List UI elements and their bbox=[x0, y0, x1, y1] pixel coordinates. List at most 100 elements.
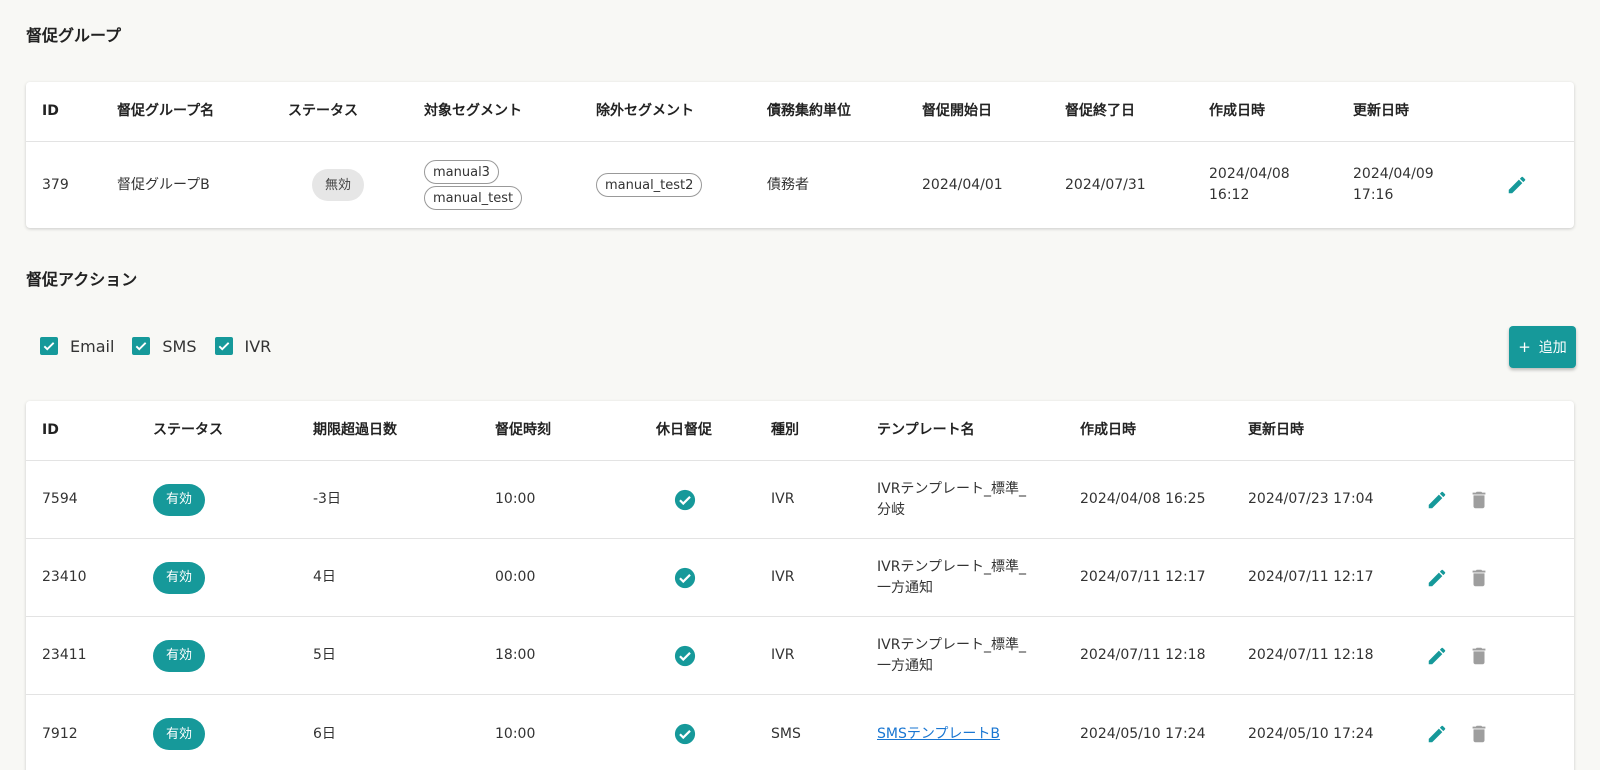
created-datetime: 2024/04/08 16:12 bbox=[1209, 166, 1290, 203]
col-header-status: ステータス bbox=[153, 422, 223, 438]
aggregation-unit: 債務者 bbox=[767, 176, 809, 193]
action-type: IVR bbox=[771, 647, 795, 663]
col-header-overdue-days: 期限超過日数 bbox=[313, 422, 397, 438]
trash-icon bbox=[1472, 569, 1486, 586]
edit-button[interactable] bbox=[1424, 487, 1450, 513]
check-circle-icon bbox=[674, 723, 696, 745]
status-badge: 有効 bbox=[153, 639, 205, 672]
col-header-id: ID bbox=[42, 103, 59, 119]
status-badge: 有効 bbox=[153, 561, 205, 594]
created-datetime: 2024/07/11 12:17 bbox=[1080, 569, 1206, 585]
action-id: 7912 bbox=[42, 725, 78, 742]
col-header-created: 作成日時 bbox=[1080, 422, 1136, 438]
action-time: 10:00 bbox=[495, 491, 536, 507]
col-header-aggregation-unit: 債務集約単位 bbox=[767, 103, 851, 119]
pencil-icon bbox=[1428, 725, 1446, 743]
group-row: 379 督促グループB 無効 manual3 manual_test manua… bbox=[26, 142, 1574, 228]
action-id: 7594 bbox=[42, 491, 78, 507]
overdue-days: 5日 bbox=[313, 647, 336, 663]
overdue-days: 4日 bbox=[313, 569, 336, 585]
updated-datetime: 2024/07/11 12:18 bbox=[1248, 647, 1374, 663]
edit-button[interactable] bbox=[1424, 643, 1450, 669]
add-action-button[interactable]: + 追加 bbox=[1509, 326, 1576, 368]
col-header-holiday: 休日督促 bbox=[656, 422, 712, 438]
group-table: ID 督促グループ名 ステータス 対象セグメント 除外セグメント 債務集約単位 … bbox=[26, 82, 1574, 228]
type-filters: Email SMS IVR bbox=[40, 334, 289, 358]
delete-button[interactable] bbox=[1466, 565, 1492, 591]
group-name: 督促グループB bbox=[117, 176, 210, 193]
edit-button[interactable] bbox=[1424, 565, 1450, 591]
end-date: 2024/07/31 bbox=[1065, 176, 1146, 193]
pencil-icon bbox=[1508, 176, 1526, 194]
pencil-icon bbox=[1428, 569, 1446, 586]
group-table-header: ID 督促グループ名 ステータス 対象セグメント 除外セグメント 債務集約単位 … bbox=[26, 82, 1574, 142]
check-circle-icon bbox=[674, 567, 696, 588]
action-id: 23411 bbox=[42, 647, 87, 663]
pencil-icon bbox=[1428, 647, 1446, 664]
updated-datetime: 2024/07/23 17:04 bbox=[1248, 491, 1374, 507]
col-header-time: 督促時刻 bbox=[495, 422, 551, 438]
updated-datetime: 2024/07/11 12:17 bbox=[1248, 569, 1374, 585]
edit-group-button[interactable] bbox=[1504, 172, 1530, 198]
col-header-id: ID bbox=[42, 422, 59, 438]
col-header-type: 種別 bbox=[771, 422, 799, 438]
action-section-title: 督促アクション bbox=[26, 270, 138, 289]
col-header-target-segment: 対象セグメント bbox=[424, 103, 522, 119]
updated-datetime: 2024/04/09 17:16 bbox=[1353, 166, 1434, 203]
col-header-updated: 更新日時 bbox=[1248, 422, 1304, 438]
segment-chip: manual3 bbox=[424, 160, 499, 184]
filter-ivr[interactable]: IVR bbox=[214, 336, 272, 356]
created-datetime: 2024/04/08 16:25 bbox=[1080, 491, 1206, 507]
template-link[interactable]: SMSテンプレートB bbox=[877, 724, 1000, 745]
table-row: 23411 有効 5日 18:00 IVR IVRテンプレート_標準_ 一方通知… bbox=[26, 617, 1574, 695]
overdue-days: -3日 bbox=[313, 491, 341, 507]
table-row: 23410 有効 4日 00:00 IVR IVRテンプレート_標準_ 一方通知… bbox=[26, 539, 1574, 617]
filter-label: Email bbox=[70, 336, 115, 356]
target-segment-chips: manual3 manual_test bbox=[424, 160, 523, 210]
col-header-template: テンプレート名 bbox=[877, 422, 975, 438]
filter-label: SMS bbox=[162, 336, 197, 356]
status-badge: 有効 bbox=[153, 718, 205, 750]
delete-button[interactable] bbox=[1466, 487, 1492, 513]
col-header-exclude-segment: 除外セグメント bbox=[596, 103, 694, 119]
table-row: 7594 有効 -3日 10:00 IVR IVRテンプレート_標準_ 分岐 2… bbox=[26, 461, 1574, 539]
filter-sms[interactable]: SMS bbox=[132, 336, 197, 356]
action-time: 10:00 bbox=[495, 725, 536, 742]
trash-icon bbox=[1472, 491, 1486, 508]
pencil-icon bbox=[1428, 491, 1446, 508]
trash-icon bbox=[1472, 647, 1486, 664]
checkbox-checked-icon[interactable] bbox=[40, 337, 58, 355]
start-date: 2024/04/01 bbox=[922, 176, 1003, 193]
segment-chip: manual_test bbox=[424, 186, 523, 210]
overdue-days: 6日 bbox=[313, 725, 336, 742]
checkbox-checked-icon[interactable] bbox=[214, 337, 233, 355]
status-badge: 有効 bbox=[153, 483, 205, 516]
edit-button[interactable] bbox=[1424, 721, 1450, 747]
filter-label: IVR bbox=[244, 336, 272, 356]
action-type: IVR bbox=[771, 491, 795, 507]
filter-email[interactable]: Email bbox=[40, 337, 114, 356]
col-header-created: 作成日時 bbox=[1209, 103, 1265, 119]
col-header-updated: 更新日時 bbox=[1353, 103, 1409, 119]
trash-icon bbox=[1472, 725, 1486, 743]
delete-button[interactable] bbox=[1466, 721, 1492, 747]
created-datetime: 2024/05/10 17:24 bbox=[1080, 725, 1206, 742]
action-type: IVR bbox=[771, 569, 795, 585]
add-button-label: 追加 bbox=[1538, 340, 1567, 356]
updated-datetime: 2024/05/10 17:24 bbox=[1248, 725, 1374, 742]
checkbox-checked-icon[interactable] bbox=[132, 337, 151, 355]
template-name: IVRテンプレート_標準_ 分岐 bbox=[877, 480, 1027, 518]
group-section-title: 督促グループ bbox=[26, 26, 122, 45]
table-row: 7912 有効 6日 10:00 SMS SMSテンプレートB 2024/05/… bbox=[26, 695, 1574, 770]
action-type: SMS bbox=[771, 725, 801, 742]
col-header-start-date: 督促開始日 bbox=[922, 103, 992, 119]
action-id: 23410 bbox=[42, 569, 87, 585]
action-table-header: ID ステータス 期限超過日数 督促時刻 休日督促 種別 テンプレート名 作成日… bbox=[26, 401, 1574, 461]
col-header-status: ステータス bbox=[288, 103, 358, 119]
segment-chip: manual_test2 bbox=[596, 173, 703, 197]
delete-button[interactable] bbox=[1466, 643, 1492, 669]
created-datetime: 2024/07/11 12:18 bbox=[1080, 647, 1206, 663]
group-id: 379 bbox=[42, 176, 69, 193]
action-table: ID ステータス 期限超過日数 督促時刻 休日督促 種別 テンプレート名 作成日… bbox=[26, 401, 1574, 770]
status-badge: 無効 bbox=[312, 169, 364, 201]
